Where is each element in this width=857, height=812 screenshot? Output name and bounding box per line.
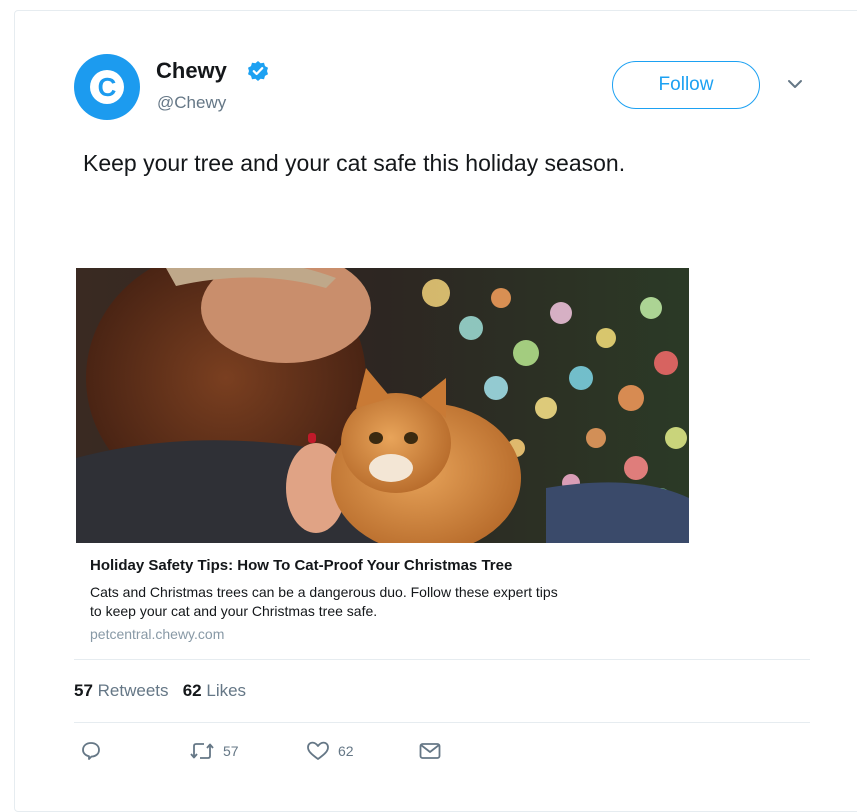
avatar[interactable]: C	[74, 54, 140, 120]
link-card-photo	[76, 268, 689, 543]
verified-badge-icon	[248, 61, 268, 81]
message-icon	[419, 743, 441, 759]
display-name[interactable]: Chewy	[156, 58, 227, 84]
reply-icon	[82, 742, 100, 760]
retweet-button[interactable]: 57	[189, 740, 239, 762]
direct-message-button[interactable]	[418, 740, 442, 762]
like-icon	[307, 741, 329, 760]
likes-label: Likes	[206, 681, 247, 700]
link-card-image[interactable]	[76, 268, 689, 543]
tweet-text: Keep your tree and your cat safe this ho…	[83, 150, 626, 176]
link-card-url[interactable]: petcentral.chewy.com	[90, 626, 224, 642]
retweets-label: Retweets	[97, 681, 169, 700]
divider	[74, 659, 810, 660]
reply-button[interactable]	[80, 740, 102, 762]
chevron-down-icon[interactable]	[787, 78, 803, 90]
engagement-stats: 57 Retweets 62 Likes	[74, 681, 246, 701]
link-card-description: Cats and Christmas trees can be a danger…	[90, 583, 680, 621]
retweets-stat[interactable]: 57 Retweets	[74, 681, 169, 700]
like-button[interactable]: 62	[306, 740, 354, 762]
avatar-letter: C	[90, 70, 124, 104]
like-count: 62	[338, 743, 354, 759]
divider	[74, 722, 810, 723]
link-card-description-line: to keep your cat and your Christmas tree…	[90, 603, 378, 619]
retweets-count: 57	[74, 681, 93, 700]
handle[interactable]: @Chewy	[157, 93, 226, 113]
link-card-description-line: Cats and Christmas trees can be a danger…	[90, 584, 558, 600]
likes-count: 62	[182, 681, 202, 700]
follow-button[interactable]: Follow	[612, 61, 760, 109]
retweet-count: 57	[223, 743, 239, 759]
likes-stat[interactable]: 62 Likes	[183, 681, 246, 700]
link-card-title[interactable]: Holiday Safety Tips: How To Cat-Proof Yo…	[90, 557, 512, 574]
retweet-icon	[190, 743, 214, 759]
